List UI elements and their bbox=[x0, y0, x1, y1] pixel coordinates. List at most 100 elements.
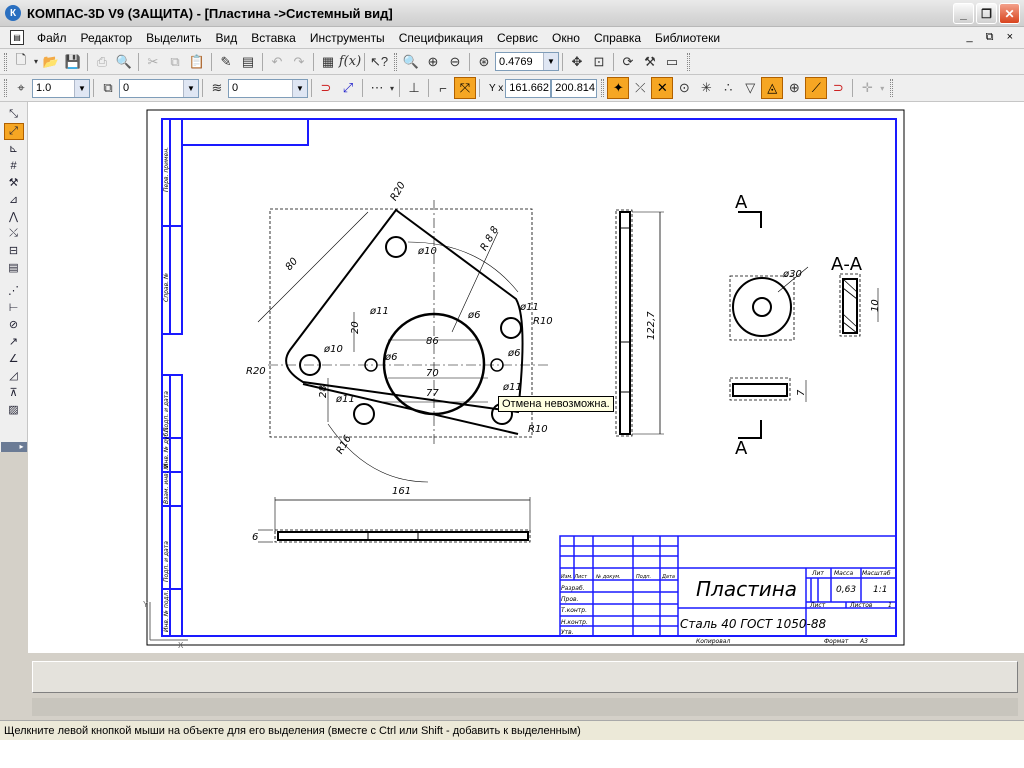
grid-icon[interactable]: ⋯ bbox=[366, 77, 388, 99]
cut-icon[interactable]: ✂ bbox=[142, 51, 164, 73]
snap-tangent-icon[interactable]: ⊙ bbox=[673, 77, 695, 99]
select-icon[interactable]: ⤡ bbox=[4, 106, 24, 123]
zoom-in-icon[interactable]: ⊕ bbox=[422, 51, 444, 73]
cursor-step-icon[interactable]: ⌖ bbox=[10, 77, 32, 99]
toolbar-grip[interactable] bbox=[4, 79, 7, 97]
local-cs-icon[interactable]: ⊥ bbox=[403, 77, 425, 99]
view-combo[interactable]: 0 ▼ bbox=[119, 78, 199, 98]
toolbar-grip[interactable] bbox=[601, 79, 605, 97]
menu-service[interactable]: Сервис bbox=[490, 31, 545, 45]
parametrization-icon[interactable]: ⊿ bbox=[4, 191, 24, 208]
coord-y-field[interactable]: 200.814 bbox=[551, 78, 598, 98]
show-all-icon[interactable]: ⊡ bbox=[588, 51, 610, 73]
snap-nearest-icon[interactable]: ✦ bbox=[607, 77, 630, 99]
linear-dim-icon[interactable]: ⊢ bbox=[4, 299, 24, 316]
diameter-dim-icon[interactable]: ⊘ bbox=[4, 316, 24, 333]
chamfer-icon[interactable]: ◿ bbox=[4, 367, 24, 384]
snap-midpoint-icon[interactable]: ▽ bbox=[739, 77, 761, 99]
menu-specification[interactable]: Спецификация bbox=[392, 31, 490, 45]
snap-magnet-icon[interactable]: ⊃ bbox=[315, 77, 337, 99]
drawing-canvas[interactable]: Перв. примен. Справ. № Подп. и дата Инв.… bbox=[28, 102, 1024, 652]
edit-icon[interactable]: ⚒ bbox=[4, 174, 24, 191]
snap-disabled-icon[interactable]: ✛ bbox=[856, 77, 878, 99]
chevron-down-icon[interactable]: ▼ bbox=[292, 79, 307, 97]
undo-icon[interactable]: ↶ bbox=[266, 51, 288, 73]
select-tool-icon[interactable]: ⤯ bbox=[4, 225, 24, 242]
snap-normal-icon[interactable]: ✳ bbox=[695, 77, 717, 99]
layers-icon[interactable]: ≋ bbox=[206, 77, 228, 99]
manager-icon[interactable]: ▤ bbox=[237, 51, 259, 73]
ortho-icon[interactable]: ⌐ bbox=[432, 77, 454, 99]
toolbar-grip[interactable] bbox=[687, 52, 690, 71]
dropdown-arrow-icon[interactable]: ▾ bbox=[32, 51, 40, 73]
regenerate-icon[interactable]: ⚒ bbox=[639, 51, 661, 73]
chevron-down-icon[interactable]: ▼ bbox=[183, 79, 198, 97]
pan-icon[interactable]: ✥ bbox=[566, 51, 588, 73]
help-pointer-icon[interactable]: ↖? bbox=[368, 51, 390, 73]
views-icon[interactable]: ⧉ bbox=[97, 77, 119, 99]
geometry-icon[interactable]: ⤢ bbox=[3, 123, 24, 140]
close-button[interactable]: ✕ bbox=[999, 3, 1020, 24]
document-icon[interactable]: ▤ bbox=[10, 30, 24, 45]
point-tool-icon[interactable]: ⋰ bbox=[4, 282, 24, 299]
expand-toolbar-icon[interactable]: ▸ bbox=[0, 442, 27, 452]
menu-file[interactable]: Файл bbox=[30, 31, 74, 45]
menu-tools[interactable]: Инструменты bbox=[303, 31, 392, 45]
angle-dim-icon[interactable]: ∠ bbox=[4, 350, 24, 367]
layer-combo[interactable]: 0 ▼ bbox=[228, 78, 308, 98]
symbols-icon[interactable]: # bbox=[4, 157, 24, 174]
measure-icon[interactable]: ⋀ bbox=[4, 208, 24, 225]
associative-views-icon[interactable]: ⊟ bbox=[4, 242, 24, 259]
snap-intersection-icon[interactable]: ⤫ bbox=[629, 77, 651, 99]
coord-x-field[interactable]: 161.662 bbox=[505, 78, 552, 98]
round-icon[interactable]: ⤧ bbox=[454, 77, 476, 99]
print-icon[interactable]: ⎙ bbox=[91, 51, 113, 73]
maximize-button[interactable]: ❐ bbox=[976, 3, 997, 24]
menu-window[interactable]: Окно bbox=[545, 31, 587, 45]
copy-icon[interactable]: ⧉ bbox=[164, 51, 186, 73]
zoom-out-icon[interactable]: ⊖ bbox=[444, 51, 466, 73]
menu-libraries[interactable]: Библиотеки bbox=[648, 31, 727, 45]
step-combo[interactable]: 1.0 ▼ bbox=[32, 78, 90, 98]
chevron-down-icon[interactable]: ▼ bbox=[74, 79, 89, 97]
snap-point-icon[interactable]: ◬ bbox=[761, 77, 784, 99]
snap-grid-icon[interactable]: ∴ bbox=[717, 77, 739, 99]
print-preview-icon[interactable]: 🔍 bbox=[113, 51, 135, 73]
save-icon[interactable]: 💾 bbox=[62, 51, 84, 73]
dimensions-icon[interactable]: ⊾ bbox=[4, 140, 24, 157]
menu-view[interactable]: Вид bbox=[209, 31, 245, 45]
properties-brush-icon[interactable]: ✎ bbox=[215, 51, 237, 73]
minimize-button[interactable]: _ bbox=[953, 3, 974, 24]
display-icon[interactable]: ▭ bbox=[661, 51, 683, 73]
snap-angle-icon[interactable]: ✕ bbox=[651, 77, 674, 99]
refresh-icon[interactable]: ⟳ bbox=[617, 51, 639, 73]
radial-dim-icon[interactable]: ↗ bbox=[4, 333, 24, 350]
properties-area[interactable] bbox=[32, 661, 1018, 693]
toolbar-grip[interactable] bbox=[394, 52, 397, 71]
mdi-controls[interactable]: _ ⧉ × bbox=[966, 31, 1018, 44]
variables-icon[interactable]: ▦ bbox=[317, 51, 339, 73]
menu-select[interactable]: Выделить bbox=[139, 31, 208, 45]
open-folder-icon[interactable]: 📂 bbox=[40, 51, 62, 73]
dropdown-arrow-icon[interactable]: ▾ bbox=[388, 77, 396, 99]
new-document-icon[interactable]: 🗋 bbox=[10, 51, 32, 73]
dropdown-arrow-icon[interactable]: ▾ bbox=[878, 77, 886, 99]
paste-icon[interactable]: 📋 bbox=[186, 51, 208, 73]
chevron-down-icon[interactable]: ▼ bbox=[543, 53, 558, 70]
snap-center-icon[interactable]: ⊕ bbox=[783, 77, 805, 99]
zoom-scale-icon[interactable]: ⊛ bbox=[473, 51, 495, 73]
zoom-combo[interactable]: 0.4769 ▼ bbox=[495, 52, 559, 71]
break-dim-icon[interactable]: ⊼ bbox=[4, 384, 24, 401]
menu-help[interactable]: Справка bbox=[587, 31, 648, 45]
snap-along-icon[interactable]: ⟋ bbox=[805, 77, 828, 99]
snap-toggle-icon[interactable]: ⤢ bbox=[337, 77, 359, 99]
redo-icon[interactable]: ↷ bbox=[288, 51, 310, 73]
properties-tabs[interactable] bbox=[32, 698, 1018, 716]
toolbar-grip[interactable] bbox=[890, 79, 894, 97]
spec-icon[interactable]: ▤ bbox=[4, 259, 24, 276]
snap-magnet2-icon[interactable]: ⊃ bbox=[827, 77, 849, 99]
menu-insert[interactable]: Вставка bbox=[244, 31, 303, 45]
function-fx-icon[interactable]: f(x) bbox=[339, 51, 361, 73]
menu-editor[interactable]: Редактор bbox=[74, 31, 140, 45]
zoom-icon[interactable]: 🔍 bbox=[400, 51, 422, 73]
